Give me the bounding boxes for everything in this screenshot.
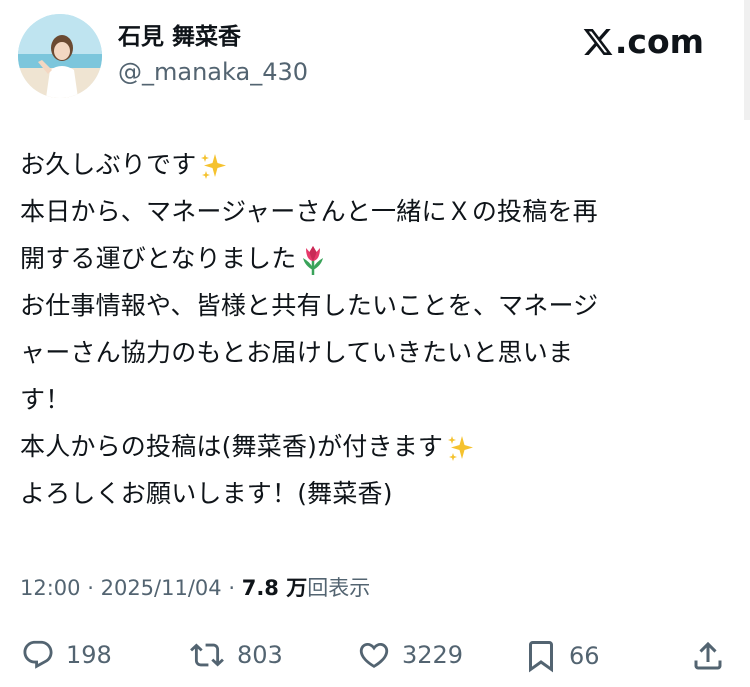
views-count: 7.8 万 [241,576,308,600]
meta-separator: · [228,576,236,600]
like-count: 3229 [402,641,464,669]
sparkles-icon [445,433,475,463]
tweet-text: お久しぶりです 本日から、マネージャーさんと一緒にＸの投稿を再 開する運びとなり… [20,141,725,517]
tweet-meta: 12:00 · 2025/11/04 · 7.8 万回表示 [20,572,370,602]
reply-icon [23,640,53,669]
x-com-logo: .com [582,22,704,62]
bookmark-icon [529,641,553,673]
reply-button[interactable]: 198 [20,638,112,672]
avatar[interactable] [18,14,102,98]
tweet-time[interactable]: 12:00 [20,576,81,600]
avatar-photo [18,14,102,98]
reply-count: 198 [66,641,112,669]
tulip-icon [298,244,328,276]
user-handle[interactable]: @_manaka_430 [118,56,308,88]
scrollbar-edge [744,0,750,120]
tweet-line: お久しぶりです [20,141,725,188]
tweet-line-text: 本人からの投稿は(舞菜香)が付きます [20,432,444,461]
tweet-line-text: 開する運びとなりました [20,244,297,273]
share-button[interactable] [690,638,726,674]
bookmark-button[interactable]: 66 [523,638,600,674]
repost-button[interactable]: 803 [187,638,283,672]
tweet-date[interactable]: 2025/11/04 [101,576,222,600]
tweet-line: 本人からの投稿は(舞菜香)が付きます [20,423,725,470]
display-name[interactable]: 石見 舞菜香 [118,22,308,52]
views-label: 回表示 [307,576,371,600]
tweet-line: す！ [20,385,71,414]
sparkles-icon [198,151,228,181]
bookmark-count: 66 [569,642,600,670]
tweet-line: ャーさん協力のもとお届けしていきたいと思いま [20,338,574,367]
tweet-line-text: お久しぶりです [20,150,197,179]
x-logo-icon [583,29,613,55]
like-button[interactable]: 3229 [356,638,463,672]
action-bar: 198 803 3229 66 [0,620,750,687]
tweet-line: お仕事情報や、皆様と共有したいことを、マネージ [20,291,599,320]
tweet-line: よろしくお願いします！(舞菜香) [20,479,393,508]
repost-count: 803 [237,641,283,669]
tweet-line: 本日から、マネージャーさんと一緒にＸの投稿を再 [20,197,598,226]
name-block: 石見 舞菜香 @_manaka_430 [118,22,308,88]
heart-icon [359,642,389,668]
share-icon [694,641,722,670]
tweet-header: 石見 舞菜香 @_manaka_430 .com [0,0,750,110]
repost-icon [190,643,224,667]
tweet-line: 開する運びとなりました [20,235,725,282]
meta-separator: · [87,576,94,600]
logo-domain-text: .com [614,22,704,61]
